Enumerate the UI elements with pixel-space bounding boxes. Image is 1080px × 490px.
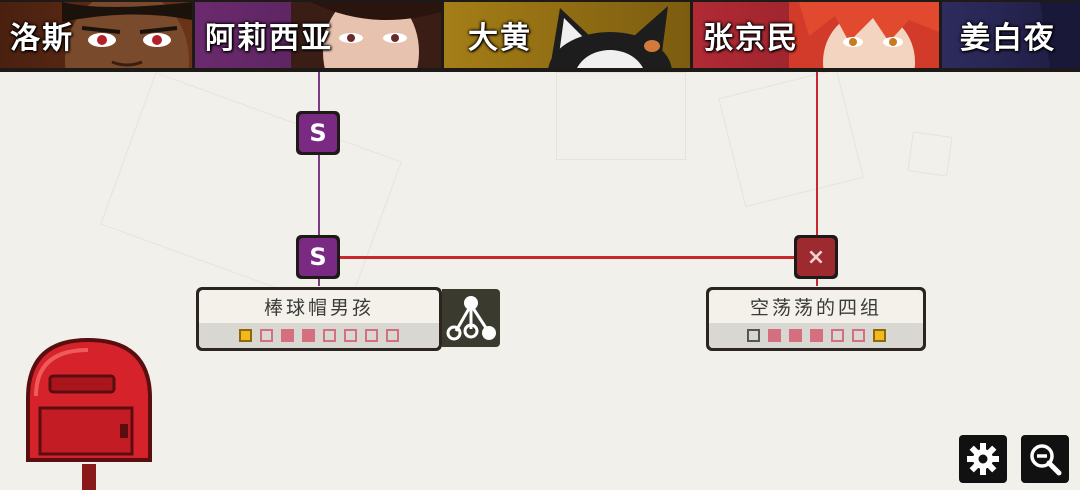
- background-shape: [556, 72, 686, 160]
- progress-square: [851, 329, 865, 342]
- progress-square: [872, 329, 886, 342]
- zoom-out-button[interactable]: [1021, 435, 1069, 483]
- clue-card-title: 空荡荡的四组: [749, 297, 882, 319]
- character-name: 洛斯: [10, 21, 74, 56]
- status-node-s[interactable]: S: [296, 235, 340, 279]
- progress-square: [302, 329, 315, 342]
- settings-button[interactable]: [959, 435, 1007, 483]
- progress-square: [788, 329, 802, 342]
- relationship-board: [0, 68, 1080, 490]
- clue-card-title: 棒球帽男孩: [263, 297, 374, 319]
- character-tab-dahuang[interactable]: 大黄: [444, 2, 690, 68]
- progress-square: [767, 329, 781, 342]
- character-bar: 洛斯 阿莉西亚 大黄 张京民 姜白夜: [0, 0, 1080, 72]
- node-label: S: [299, 238, 337, 276]
- progress-square: [386, 329, 399, 342]
- node-label: S: [299, 114, 337, 152]
- progress-square: [260, 329, 273, 342]
- progress-square: [344, 329, 357, 342]
- tree-button[interactable]: [442, 289, 500, 347]
- progress-square: [281, 329, 294, 342]
- clue-card[interactable]: 空荡荡的四组: [706, 287, 926, 351]
- character-tab-jiangbaiye[interactable]: 姜白夜: [942, 2, 1080, 68]
- status-node-cross[interactable]: ×: [794, 235, 838, 279]
- clue-card[interactable]: 棒球帽男孩: [196, 287, 442, 351]
- portrait-dahuang: [548, 6, 672, 68]
- progress-squares: [709, 323, 923, 348]
- close-icon: ×: [797, 238, 835, 276]
- gear-icon: [967, 443, 999, 475]
- progress-square: [830, 329, 844, 342]
- character-tab-alicia[interactable]: 阿莉西亚: [195, 2, 441, 68]
- portrait-zhangjingmin: [789, 2, 939, 68]
- character-name: 阿莉西亚: [205, 21, 333, 56]
- zoom-out-icon: [1030, 444, 1062, 476]
- tree-icon: [446, 296, 496, 341]
- link-line: [340, 256, 796, 259]
- character-name: 张京民: [703, 21, 799, 56]
- character-name: 大黄: [468, 21, 532, 56]
- status-node-s[interactable]: S: [296, 111, 340, 155]
- progress-square: [809, 329, 823, 342]
- progress-square: [239, 329, 252, 342]
- mailbox-icon[interactable]: [22, 336, 156, 490]
- background-shape: [907, 131, 953, 177]
- progress-squares: [199, 323, 439, 348]
- character-name: 姜白夜: [960, 21, 1056, 56]
- character-tab-luosi[interactable]: 洛斯: [0, 2, 192, 68]
- background-shape: [718, 68, 864, 208]
- progress-square: [746, 329, 760, 342]
- progress-square: [323, 329, 336, 342]
- character-tab-zhangjingmin[interactable]: 张京民: [693, 2, 939, 68]
- progress-square: [365, 329, 378, 342]
- background-shape: [100, 72, 402, 314]
